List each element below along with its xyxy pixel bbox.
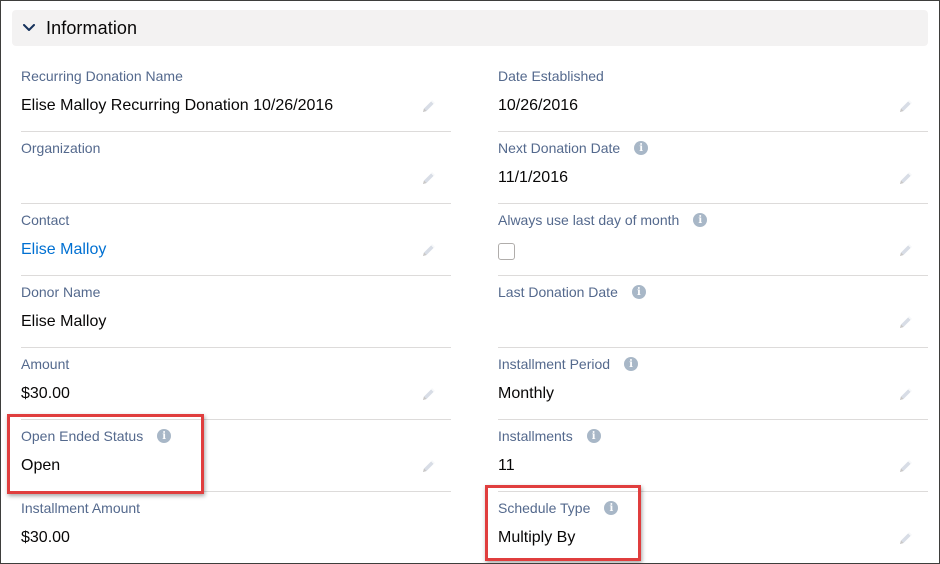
contact-link[interactable]: Elise Malloy [21,241,106,259]
field-value: 10/26/2016 [498,97,579,114]
information-section-header[interactable]: Information [12,10,928,46]
chevron-down-icon[interactable] [22,21,36,35]
pencil-edit-icon[interactable] [898,314,914,330]
field-label: Donor Name [21,284,101,300]
pencil-edit-icon[interactable] [421,386,437,402]
pencil-edit-icon[interactable] [898,242,914,258]
field-donor-name: Donor Name Elise Malloy [21,276,451,348]
pencil-edit-icon[interactable] [898,98,914,114]
field-last-donation-date: Last Donation Date i [498,276,928,348]
field-label: Installments [498,428,573,444]
field-label: Last Donation Date [498,284,618,300]
field-contact: Contact Elise Malloy [21,204,451,276]
field-label: Organization [21,140,101,156]
field-value: 11 [498,457,515,474]
info-icon[interactable]: i [604,501,619,515]
field-schedule-type: Schedule Type i Multiply By [498,492,928,563]
field-next-donation-date: Next Donation Date i 11/1/2016 [498,132,928,204]
field-label: Date Established [498,68,604,84]
field-open-ended-status: Open Ended Status i Open [21,420,451,492]
pencil-edit-icon[interactable] [898,170,914,186]
field-value: Open [21,457,61,474]
info-icon[interactable]: i [624,357,639,371]
record-detail-panel: Information Recurring Donation Name Elis… [0,0,940,564]
info-icon[interactable]: i [634,141,649,155]
info-icon[interactable]: i [157,429,172,443]
info-icon[interactable]: i [586,429,601,443]
field-always-use-last-day: Always use last day of month i [498,204,928,276]
field-date-established: Date Established 10/26/2016 [498,60,928,132]
field-label: Schedule Type [498,500,591,516]
info-icon[interactable]: i [631,285,646,299]
field-label: Amount [21,356,70,372]
info-icon[interactable]: i [693,213,708,227]
pencil-edit-icon[interactable] [898,386,914,402]
field-organization: Organization [21,132,451,204]
field-recurring-donation-name: Recurring Donation Name Elise Malloy Rec… [21,60,451,132]
field-value: 11/1/2016 [498,169,568,186]
field-installment-amount: Installment Amount $30.00 [21,492,451,563]
field-amount: Amount $30.00 [21,348,451,420]
field-label: Recurring Donation Name [21,68,183,84]
field-label: Installment Period [498,356,611,372]
field-value: Elise Malloy [21,313,107,330]
field-label: Always use last day of month [498,212,680,228]
field-value: Elise Malloy Recurring Donation 10/26/20… [21,97,334,114]
field-value: $30.00 [21,385,70,402]
last-day-of-month-checkbox[interactable] [498,243,515,260]
field-value: $30.00 [21,529,70,546]
field-value: Monthly [498,385,555,402]
field-installments: Installments i 11 [498,420,928,492]
pencil-edit-icon[interactable] [421,170,437,186]
field-label: Next Donation Date [498,140,621,156]
pencil-edit-icon[interactable] [898,530,914,546]
pencil-edit-icon[interactable] [421,98,437,114]
field-installment-period: Installment Period i Monthly [498,348,928,420]
pencil-edit-icon[interactable] [421,458,437,474]
section-title: Information [46,17,138,38]
pencil-edit-icon[interactable] [898,458,914,474]
field-label: Contact [21,212,70,228]
field-label: Open Ended Status [21,428,144,444]
pencil-edit-icon[interactable] [421,242,437,258]
field-label: Installment Amount [21,500,141,516]
field-value: Multiply By [498,529,576,546]
